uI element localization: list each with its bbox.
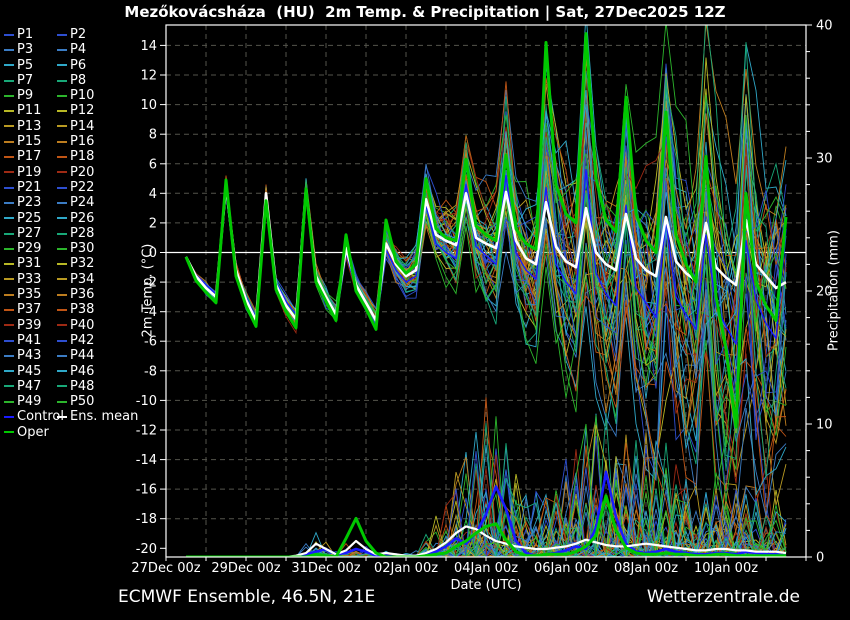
date-tick-label: 29Dec 00z (211, 561, 280, 576)
temp-tick-label: -16 (136, 483, 157, 498)
model-info-label: ECMWF Ensemble, 46.5N, 21E (118, 587, 375, 607)
temp-tick-label: -10 (136, 394, 157, 409)
temp-tick-label: 2 (149, 216, 157, 231)
temp-tick-label: -12 (136, 424, 157, 439)
temp-tick-label: 10 (140, 98, 157, 113)
temp-tick-label: -18 (136, 512, 157, 527)
meteogram-screen: Mezőkovácsháza (HU) 2m Temp. & Precipita… (0, 0, 850, 620)
watermark-label: Wetterzentrale.de (647, 587, 800, 607)
temp-axis-title: 2m Temp. (°C) (141, 231, 156, 351)
temp-tick-label: -20 (136, 542, 157, 557)
temp-tick-label: 12 (140, 69, 157, 84)
precip-tick-label: 30 (816, 152, 833, 167)
temp-tick-label: 4 (149, 187, 157, 202)
x-axis-title: Date (UTC) (416, 578, 556, 593)
precip-tick-label: 0 (816, 551, 824, 566)
date-tick-label: 06Jan 00z (534, 561, 598, 576)
temp-tick-label: -8 (144, 364, 157, 379)
temp-tick-label: 6 (149, 157, 157, 172)
date-tick-label: 10Jan 00z (694, 561, 758, 576)
date-tick-label: 02Jan 00z (374, 561, 438, 576)
temp-tick-label: -14 (136, 453, 157, 468)
date-tick-label: 04Jan 00z (454, 561, 518, 576)
precip-axis-title: Precipitation (mm) (827, 223, 842, 359)
ensemble-member-temp-P40 (186, 104, 786, 357)
date-tick-label: 08Jan 00z (614, 561, 678, 576)
temp-tick-label: 14 (140, 39, 157, 54)
precip-tick-label: 40 (816, 19, 833, 34)
date-tick-label: 31Dec 00z (291, 561, 360, 576)
date-tick-label: 27Dec 00z (131, 561, 200, 576)
meteogram-plot: -20-18-16-14-12-10-8-6-4-202468101214010… (0, 0, 850, 620)
temp-tick-label: 8 (149, 128, 157, 143)
precip-tick-label: 10 (816, 418, 833, 433)
